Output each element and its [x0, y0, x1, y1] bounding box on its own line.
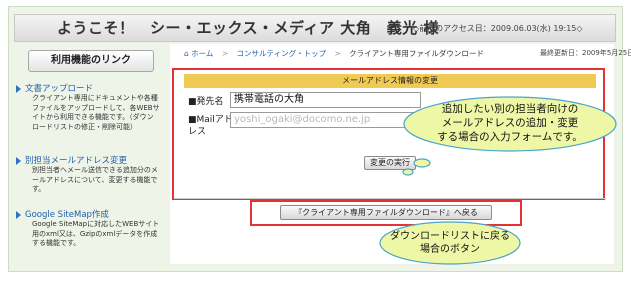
sidebar-link-label[interactable]: 文書アップロード — [25, 84, 93, 94]
callout-text-line: する場合の入力フォームです。 — [437, 130, 583, 143]
divider — [174, 198, 606, 199]
breadcrumb-top-link[interactable]: コンサルティング・トップ — [237, 49, 327, 58]
sidebar-link-label[interactable]: Google SiteMap作成 — [25, 210, 109, 220]
sidebar-item-description: 別担当者へメール送信できる追加分のメールアドレスについて、変更する機能です。 — [32, 166, 158, 193]
sidebar-title: 利用機能のリンク — [28, 50, 154, 72]
breadcrumb-current: クライアント専用ファイルダウンロード — [349, 49, 484, 58]
callout-text-line: 追加したい別の担当者向けの — [442, 102, 579, 115]
callout-tail-dot — [413, 158, 431, 168]
sidebar-link-document-upload[interactable]: 文書アップロード — [16, 82, 164, 94]
arrow-right-icon — [16, 210, 21, 219]
callout-tail-dot — [402, 168, 414, 176]
sidebar-item-sitemap: Google SiteMap作成 Google SiteMapに対応したWEBサ… — [16, 208, 164, 249]
sidebar-item-document-upload: 文書アップロード クライアント専用にドキュメントや各種ファイルをアップロードして… — [16, 82, 164, 132]
breadcrumb: ⌂ ホーム > コンサルティング・トップ > クライアント専用ファイルダウンロー… — [184, 48, 484, 59]
callout-text-line: ダウンロードリストに戻る — [390, 229, 510, 242]
callout-text-line: 場合のボタン — [420, 242, 480, 255]
breadcrumb-separator: > — [334, 49, 341, 58]
welcome-message: ようこそ！ シー・エックス・メディア 大角 義光 様 — [57, 19, 439, 37]
last-updated-date: 最終更新日：2009年5月25日 — [540, 49, 631, 57]
arrow-right-icon — [16, 84, 21, 93]
mail-address-label-cont: レス — [188, 127, 207, 137]
recipient-label: ■発先名 — [188, 97, 224, 107]
sidebar-item-description: Google SiteMapに対応したWEBサイト用のxml又は、Gzipのxm… — [32, 220, 160, 247]
callout-cloud — [379, 221, 521, 265]
form-callout-bubble: 追加したい別の担当者向けの メールアドレスの追加・変更 する場合の入力フォームで… — [402, 96, 617, 176]
breadcrumb-separator: > — [221, 49, 229, 58]
last-access-info: ◇前回のアクセス日：2009.06.03(水) 19:15◇ — [413, 24, 583, 33]
sidebar-item-description: クライアント専用にドキュメントや各種ファイルをアップロードして、各WEBサイトか… — [32, 94, 160, 131]
sidebar: 利用機能のリンク 文書アップロード クライアント専用にドキュメントや各種ファイル… — [16, 44, 164, 264]
form-title: メールアドレス情報の変更 — [184, 74, 596, 88]
header-bar: ようこそ！ シー・エックス・メディア 大角 義光 様 ◇前回のアクセス日：200… — [14, 14, 616, 42]
sidebar-link-label[interactable]: 別担当メールアドレス変更 — [25, 156, 127, 166]
callout-text-line: メールアドレスの追加・変更 — [442, 116, 579, 129]
sidebar-item-mail-change: 別担当メールアドレス変更 別担当者へメール送信できる追加分のメールアドレスについ… — [16, 154, 164, 195]
back-callout-bubble: ダウンロードリストに戻る 場合のボタン — [379, 221, 521, 265]
breadcrumb-home-link[interactable]: ホーム — [191, 49, 213, 58]
arrow-right-icon — [16, 156, 21, 165]
sidebar-link-mail-change[interactable]: 別担当メールアドレス変更 — [16, 154, 164, 166]
home-icon: ⌂ — [184, 49, 189, 58]
sidebar-link-sitemap[interactable]: Google SiteMap作成 — [16, 208, 164, 220]
